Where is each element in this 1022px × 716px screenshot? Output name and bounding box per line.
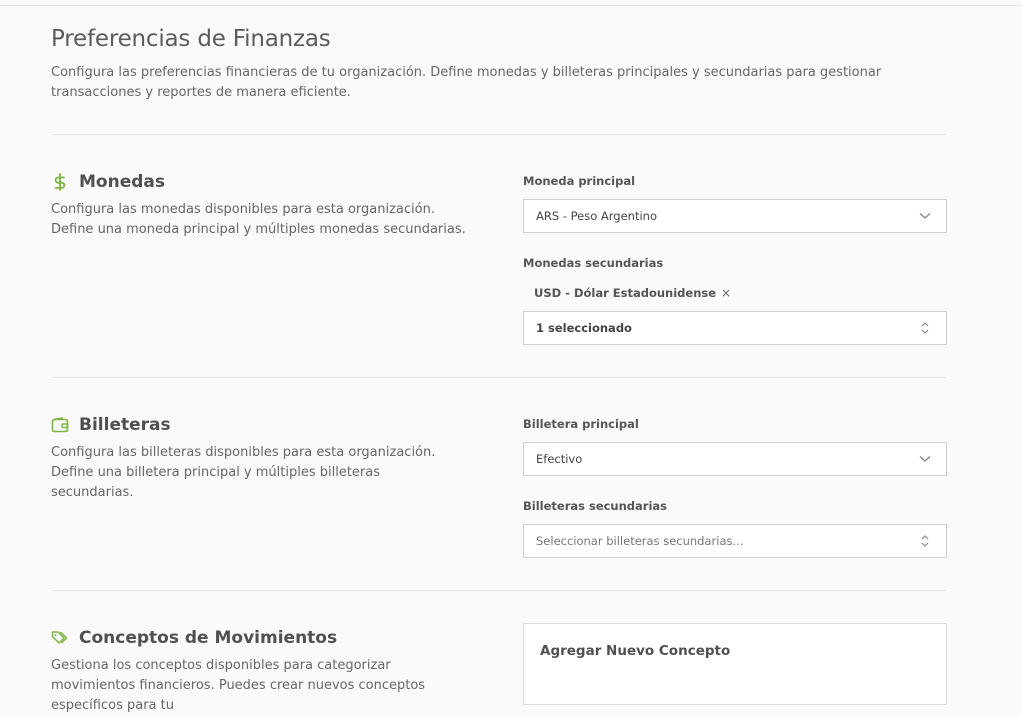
section-divider (51, 590, 947, 591)
moneda-principal-label: Moneda principal (523, 174, 636, 188)
conceptos-description: Gestiona los conceptos disponibles para … (51, 658, 426, 713)
chevron-down-icon (918, 209, 932, 223)
monedas-secundarias-label: Monedas secundarias (523, 256, 664, 270)
moneda-principal-value: ARS - Peso Argentino (536, 209, 657, 223)
monedas-description: Configura las monedas disponibles para e… (51, 202, 466, 237)
monedas-section-title: Monedas (51, 172, 165, 192)
add-concept-title: Agregar Nuevo Concepto (540, 643, 731, 659)
billetera-principal-select[interactable]: Efectivo (523, 442, 947, 476)
monedas-secundarias-value: 1 seleccionado (536, 321, 632, 335)
conceptos-title-text: Conceptos de Movimientos (79, 628, 338, 648)
top-border (0, 5, 1022, 6)
dollar-icon (51, 173, 69, 191)
add-concept-card: Agregar Nuevo Concepto (523, 623, 947, 705)
chevrons-up-down-icon (918, 534, 932, 548)
tags-icon (51, 629, 69, 647)
billetera-principal-value: Efectivo (536, 452, 583, 466)
chevron-down-icon (918, 452, 932, 466)
selected-currency-chip: USD - Dólar Estadounidense × (534, 286, 731, 300)
conceptos-section-title: Conceptos de Movimientos (51, 628, 337, 648)
remove-chip-icon[interactable]: × (721, 286, 731, 300)
billeteras-description: Configura las billeteras disponibles par… (51, 445, 436, 500)
billeteras-section-title: Billeteras (51, 415, 171, 435)
chip-label: USD - Dólar Estadounidense (534, 286, 717, 300)
moneda-principal-select[interactable]: ARS - Peso Argentino (523, 199, 947, 233)
billeteras-secundarias-label: Billeteras secundarias (523, 499, 668, 513)
section-divider (51, 134, 947, 135)
billeteras-secundarias-placeholder: Seleccionar billeteras secundarias... (536, 534, 744, 548)
billeteras-secundarias-select[interactable]: Seleccionar billeteras secundarias... (523, 524, 947, 558)
monedas-title-text: Monedas (79, 172, 165, 192)
wallet-icon (51, 416, 69, 434)
page-title: Preferencias de Finanzas (51, 26, 331, 52)
section-divider (51, 377, 947, 378)
billetera-principal-label: Billetera principal (523, 417, 639, 431)
billeteras-title-text: Billeteras (79, 415, 171, 435)
page-description: Configura las preferencias financieras d… (51, 65, 882, 100)
monedas-secundarias-select[interactable]: 1 seleccionado (523, 311, 947, 345)
chevrons-up-down-icon (918, 321, 932, 335)
